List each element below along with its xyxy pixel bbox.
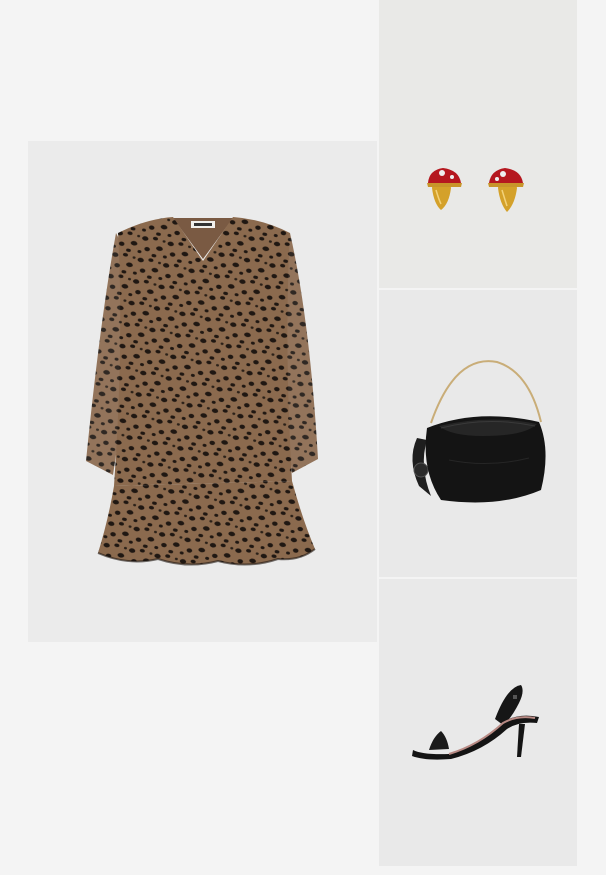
mushroom-earrings-image xyxy=(427,168,524,212)
product-tile-sandals[interactable] xyxy=(379,579,577,866)
product-tile-dress[interactable] xyxy=(28,141,377,642)
black-shoulder-bag-image xyxy=(412,360,546,503)
product-tile-bag[interactable] xyxy=(379,290,577,577)
product-tile-earrings[interactable] xyxy=(379,0,577,288)
black-heeled-sandal-image xyxy=(412,685,539,760)
leopard-print-dress-image xyxy=(86,217,318,566)
